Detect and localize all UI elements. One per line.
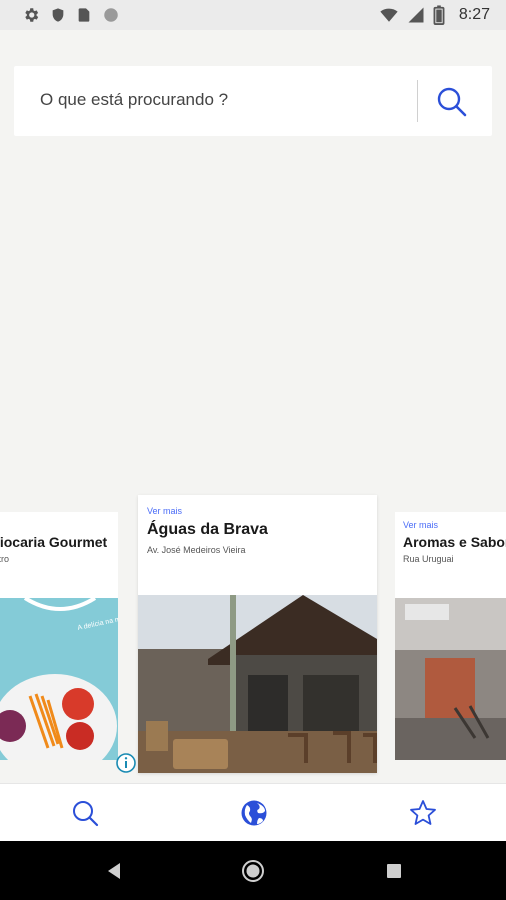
status-left-icons (22, 6, 120, 24)
back-button[interactable] (102, 859, 126, 883)
home-button[interactable] (241, 859, 265, 883)
info-icon (116, 753, 136, 773)
restaurant-card-aguas-da-brava[interactable]: Ver mais Águas da Brava Av. José Medeiro… (138, 495, 377, 773)
info-button[interactable] (116, 753, 136, 773)
card-address: Av. José Medeiros Vieira (147, 545, 246, 555)
restaurant-card-tapiocaria[interactable]: Tapiocaria Gourmet Centro A delícia na m… (0, 512, 118, 760)
shield-icon (52, 8, 64, 22)
card-address: Rua Uruguai (403, 554, 454, 564)
status-time: 8:27 (458, 6, 490, 23)
interior-photo (395, 598, 506, 760)
search-bar[interactable]: O que está procurando ? (14, 66, 492, 136)
restaurant-card-aromas-e-sabores[interactable]: Ver mais Aromas e Sabores Rua Uruguai (395, 512, 506, 760)
status-bar: 8:27 (0, 0, 506, 30)
globe-icon (241, 800, 267, 826)
nav-explore-button[interactable] (239, 798, 269, 828)
battery-icon (433, 5, 445, 25)
nav-favorites-button[interactable] (408, 798, 438, 828)
restaurant-photo (138, 595, 377, 773)
search-button[interactable] (434, 84, 470, 120)
settings-icon (25, 8, 39, 22)
tapioca-photo: A delícia na medida certa (0, 598, 118, 760)
star-icon (410, 800, 436, 825)
signal-icon (408, 7, 424, 23)
card-photo (395, 598, 506, 760)
system-navigation-bar (0, 841, 506, 900)
recents-button[interactable] (382, 859, 406, 883)
bottom-navigation (0, 783, 506, 841)
search-divider (417, 80, 418, 122)
card-title: Águas da Brava (147, 521, 268, 538)
search-icon (73, 801, 99, 827)
card-title: Tapiocaria Gourmet (0, 534, 108, 550)
sim-card-icon (78, 8, 90, 22)
back-icon (108, 863, 120, 879)
wifi-icon (380, 8, 398, 22)
card-title: Aromas e Sabores (403, 534, 506, 550)
see-more-link[interactable]: Ver mais (147, 506, 182, 516)
home-icon (242, 860, 264, 882)
card-photo (138, 595, 377, 773)
recents-icon (387, 864, 401, 878)
status-right-icons: 8:27 (379, 5, 490, 25)
card-address: Centro (0, 554, 10, 564)
nav-search-button[interactable] (70, 798, 100, 828)
card-photo: A delícia na medida certa (0, 598, 118, 760)
search-input[interactable]: O que está procurando ? (40, 90, 228, 110)
search-icon (437, 87, 467, 117)
circle-icon (104, 8, 118, 22)
see-more-link[interactable]: Ver mais (403, 520, 438, 530)
